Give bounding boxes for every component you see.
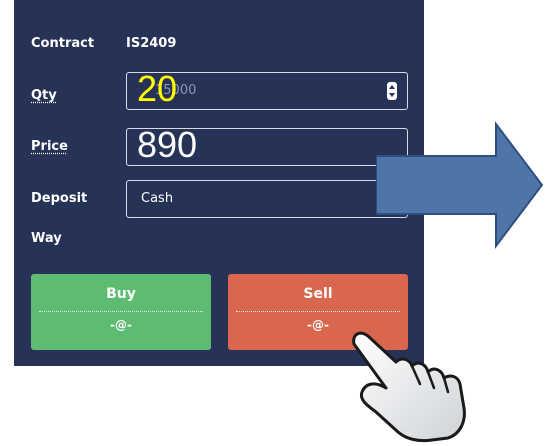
stage: Contract IS2409 Qty 15000 20 Price 890 D…: [0, 0, 545, 446]
qty-input[interactable]: 15000 20: [126, 68, 408, 110]
contract-value: IS2409: [126, 36, 177, 51]
qty-label: Qty: [31, 88, 57, 103]
price-input[interactable]: 890: [126, 124, 408, 166]
order-panel: Contract IS2409 Qty 15000 20 Price 890 D…: [14, 0, 424, 366]
price-value: 890: [137, 124, 198, 165]
deposit-label: Deposit: [31, 191, 88, 206]
right-arrow-icon: [376, 121, 544, 249]
buy-button-label: Buy: [106, 286, 136, 302]
qty-value: 20: [137, 68, 178, 109]
deposit-way-selected: Cash: [141, 191, 174, 206]
buy-button-price: -@-: [110, 318, 132, 332]
price-label: Price: [31, 139, 68, 154]
buy-button[interactable]: Buy -@-: [31, 274, 211, 350]
sell-button-label: Sell: [303, 286, 333, 302]
deposit-way-select[interactable]: Cash: [126, 180, 408, 218]
buy-button-divider: [39, 311, 203, 312]
pointing-hand-cursor-icon: [352, 331, 466, 443]
sell-button-divider: [236, 311, 400, 312]
qty-stepper-icon[interactable]: [387, 82, 397, 100]
deposit-way-label: Way: [31, 231, 62, 246]
contract-label: Contract: [31, 36, 95, 51]
